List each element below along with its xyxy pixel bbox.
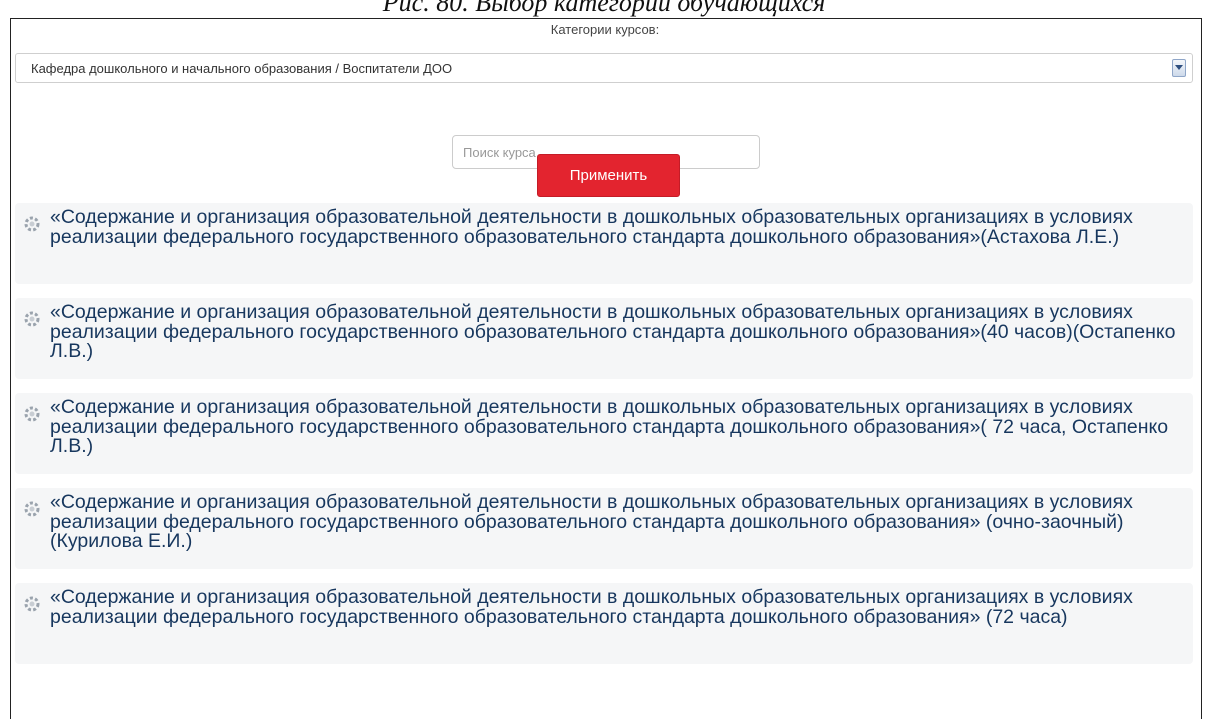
category-label: Категории курсов: (550, 22, 660, 37)
course-title[interactable]: «Содержание и организация образовательно… (50, 302, 1183, 362)
course-title[interactable]: «Содержание и организация образовательно… (50, 397, 1183, 457)
course-item[interactable]: «Содержание и организация образовательно… (15, 298, 1193, 379)
chevron-down-icon[interactable] (1172, 59, 1186, 77)
course-item[interactable]: «Содержание и организация образовательно… (15, 488, 1193, 569)
category-select-value: Кафедра дошкольного и начального образов… (31, 61, 453, 76)
gear-icon (24, 216, 40, 232)
gear-icon (24, 406, 40, 422)
category-select[interactable]: Кафедра дошкольного и начального образов… (15, 53, 1193, 83)
gear-icon (24, 501, 40, 517)
gear-icon (24, 596, 40, 612)
gear-icon (24, 311, 40, 327)
course-item[interactable]: «Содержание и организация образовательно… (15, 583, 1193, 664)
apply-button[interactable]: Применить (537, 154, 680, 197)
course-item[interactable]: «Содержание и организация образовательно… (15, 393, 1193, 474)
course-title[interactable]: «Содержание и организация образовательно… (50, 207, 1183, 247)
course-item[interactable]: «Содержание и организация образовательно… (15, 203, 1193, 284)
course-title[interactable]: «Содержание и организация образовательно… (50, 492, 1183, 552)
figure-caption: Рис. 80. Выбор категорий обучающихся (382, 0, 826, 17)
course-title[interactable]: «Содержание и организация образовательно… (50, 587, 1183, 627)
course-list: «Содержание и организация образовательно… (15, 203, 1193, 678)
